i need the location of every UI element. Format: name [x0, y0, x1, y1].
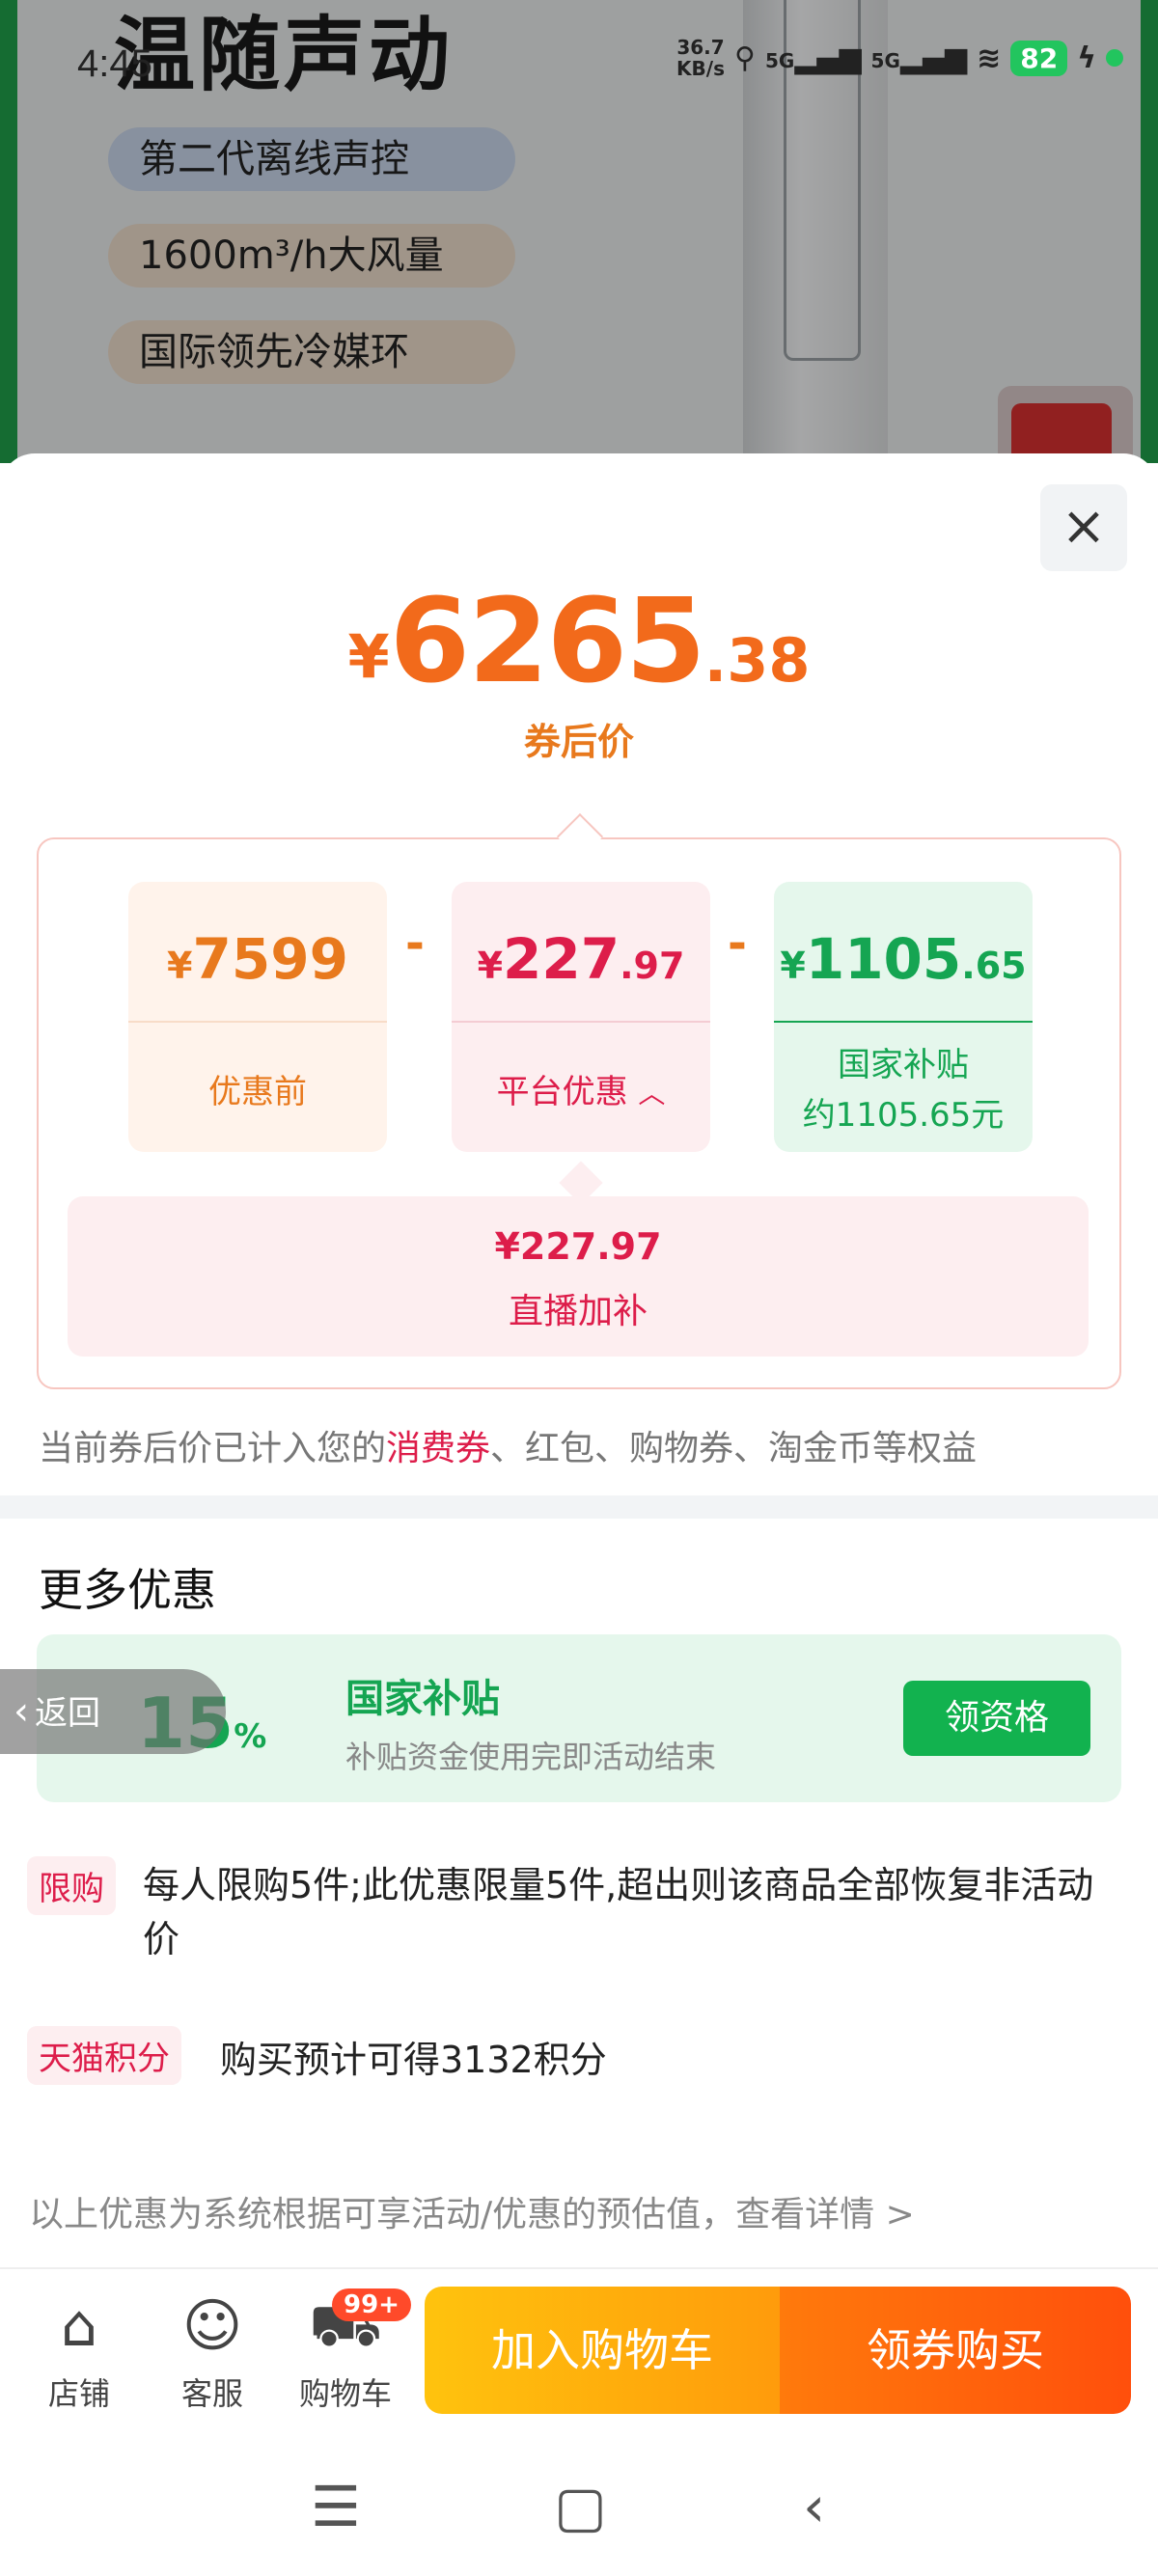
final-price: ¥6265.38: [347, 575, 811, 709]
status-icons: 36.7 KB/s ⚲ 5G▂▄▆ 5G▂▄▆ ≋ 82 ϟ: [676, 37, 1123, 79]
points-tag: 天猫积分: [27, 2026, 181, 2085]
store-icon: ⌂: [60, 2292, 98, 2360]
subsidy-amount-label: 约1105.65元: [802, 1096, 1005, 1135]
claim-qualification-button[interactable]: 领资格: [903, 1681, 1090, 1756]
home-icon[interactable]: ▢: [554, 2474, 607, 2539]
back-button[interactable]: ‹ 返回: [0, 1669, 226, 1754]
final-price-label: 券后价: [523, 721, 634, 763]
price-note: 当前券后价已计入您的消费券、红包、购物券、淘金币等权益: [39, 1429, 978, 1468]
limit-tag: 限购: [27, 1856, 116, 1915]
indicator-dot: [1106, 49, 1123, 67]
minus-sign: -: [728, 917, 747, 971]
menu-icon[interactable]: ☰: [311, 2474, 361, 2539]
add-to-cart-button[interactable]: 加入购物车: [425, 2287, 780, 2414]
platform-discount-box[interactable]: ¥227.97 平台优惠 ︿: [452, 882, 710, 1152]
original-price-box: ¥7599 优惠前: [128, 882, 387, 1152]
back-icon[interactable]: ‹: [803, 2474, 825, 2539]
signal-icon: 5G▂▄▆: [870, 41, 968, 75]
subsidy-label: 国家补贴: [838, 1046, 969, 1084]
close-button[interactable]: ×: [1040, 484, 1127, 571]
more-offers-title: 更多优惠: [39, 1564, 216, 1616]
charging-icon: ϟ: [1077, 41, 1096, 75]
customer-service-button[interactable]: ☺ 客服: [154, 2296, 270, 2414]
subsidy-box: ¥1105.65 国家补贴 约1105.65元: [774, 882, 1033, 1152]
buy-with-coupon-button[interactable]: 领券购买: [780, 2287, 1131, 2414]
subsidy-card-desc: 补贴资金使用完即活动结束: [345, 1739, 717, 1775]
live-subsidy-label: 直播加补: [508, 1292, 648, 1331]
minus-sign: -: [405, 917, 425, 971]
chat-face-icon: ☺: [181, 2292, 243, 2360]
battery-icon: 82: [1010, 40, 1068, 76]
limit-text: 每人限购5件;此优惠限量5件,超出则该商品全部恢复非活动价: [143, 1864, 1094, 1960]
store-button[interactable]: ⌂ 店铺: [21, 2296, 137, 2414]
live-subsidy-value: ¥227.97: [494, 1225, 662, 1268]
signal-icon: 5G▂▄▆: [764, 41, 862, 75]
status-time: 4:45: [77, 42, 152, 85]
original-price-label: 优惠前: [208, 1073, 307, 1111]
platform-discount-label: 平台优惠: [496, 1073, 628, 1111]
network-speed: 36.7 KB/s: [676, 36, 725, 80]
view-details-link[interactable]: 以上优惠为系统根据可享活动/优惠的预估值，查看详情 >: [29, 2186, 915, 2236]
close-icon: ×: [1061, 495, 1107, 558]
points-text: 购买预计可得3132积分: [220, 2039, 607, 2081]
chevron-left-icon: ‹: [14, 1689, 29, 1734]
location-icon: ⚲: [733, 41, 756, 75]
subsidy-card-title: 国家补贴: [345, 1677, 500, 1721]
cart-count-badge: 99+: [332, 2288, 411, 2321]
wifi-icon: ≋: [977, 41, 1002, 75]
live-subsidy-box: ¥227.97 直播加补: [68, 1196, 1089, 1357]
section-divider: [0, 1495, 1158, 1519]
chevron-up-icon: ︿: [638, 1078, 666, 1110]
